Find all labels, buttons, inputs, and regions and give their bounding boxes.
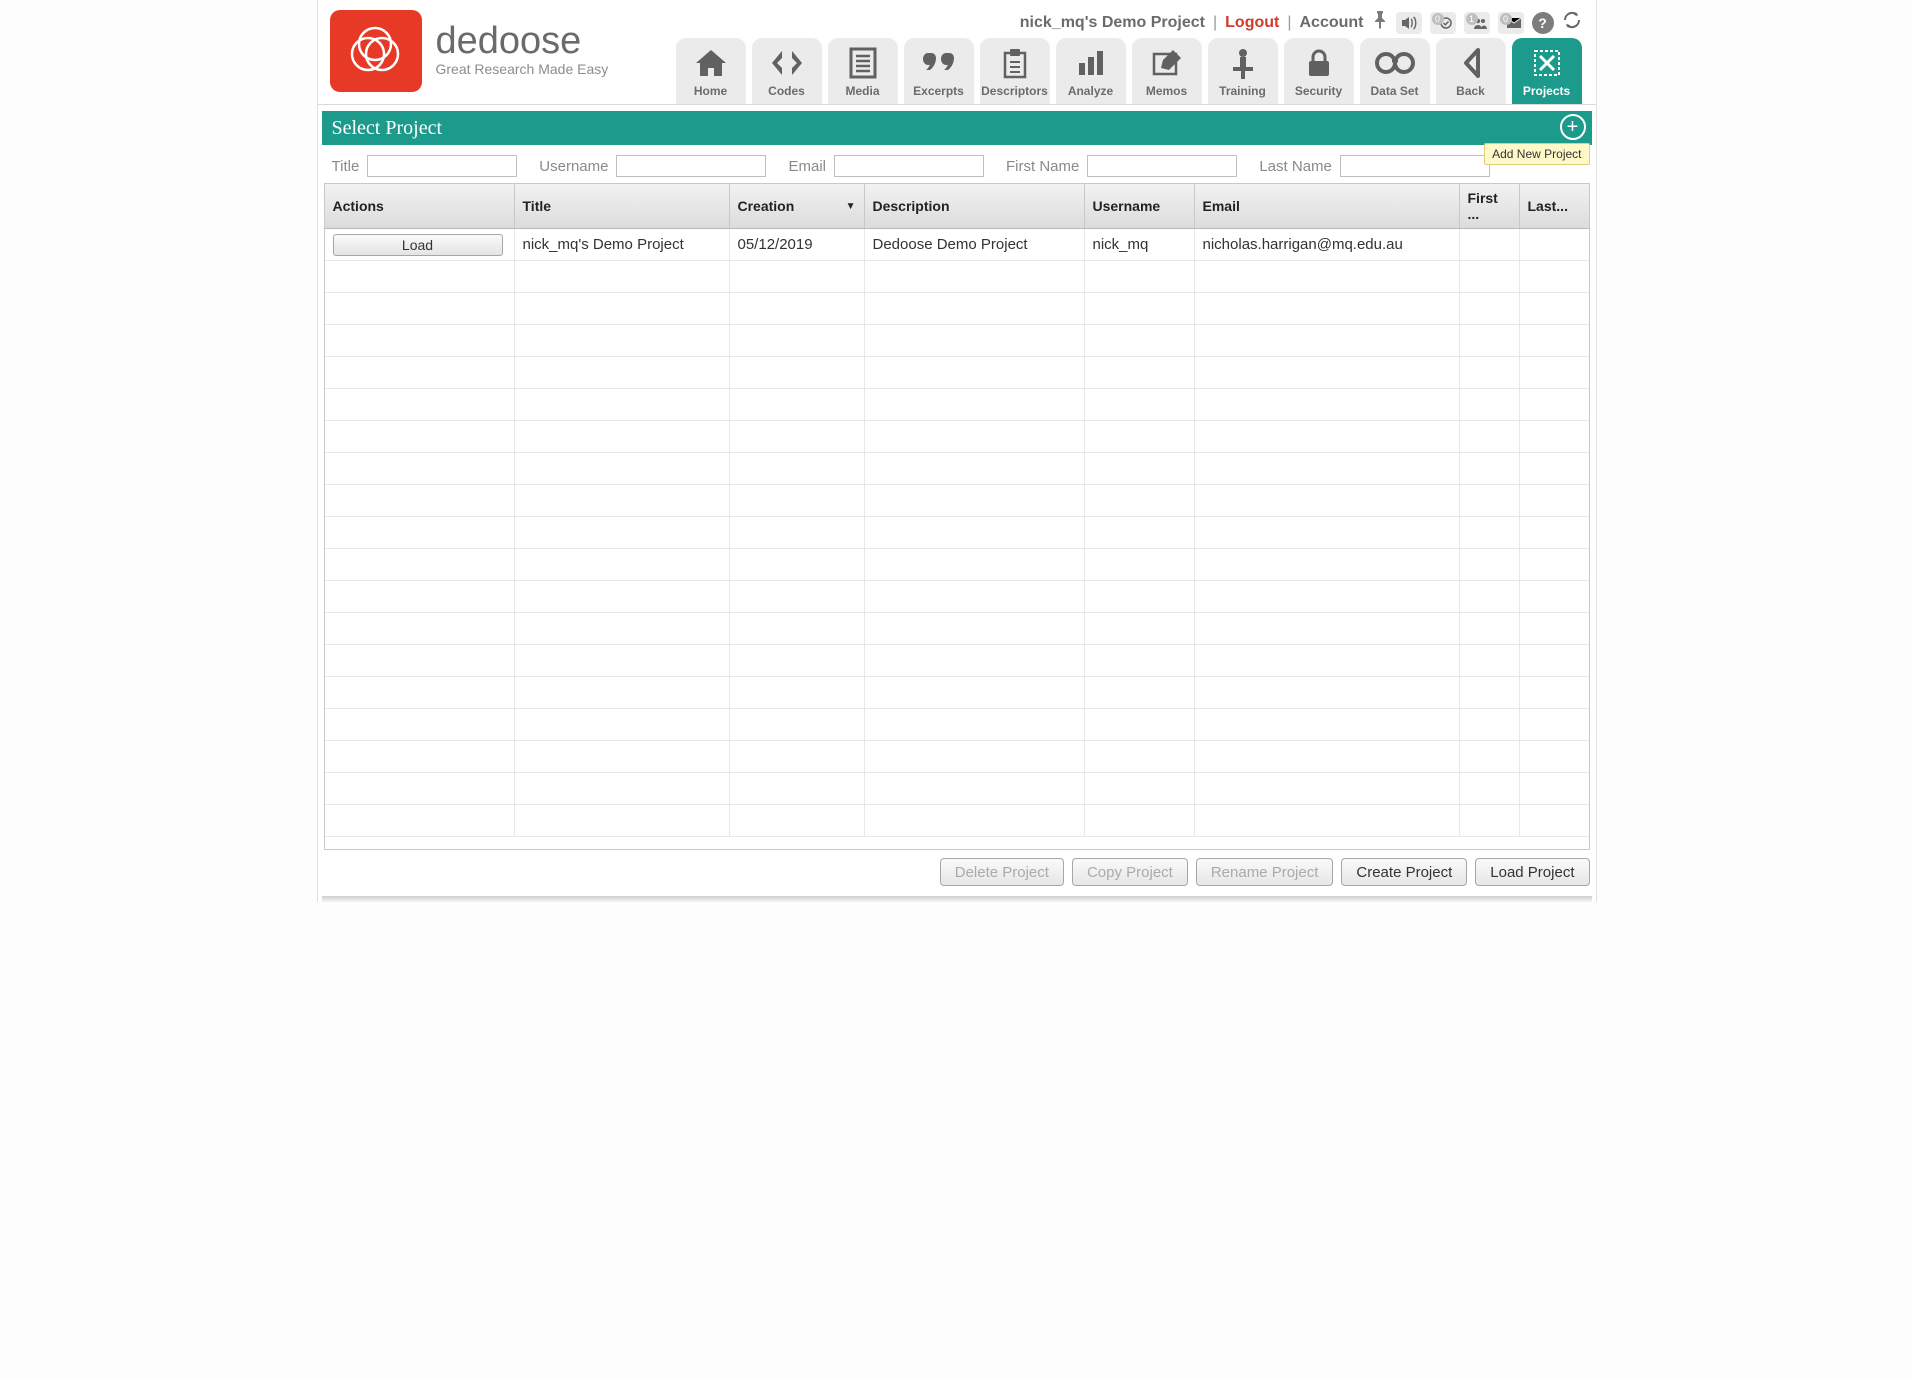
cell-last xyxy=(1520,229,1589,260)
load-project-button[interactable]: Load Project xyxy=(1475,858,1589,886)
tab-projects[interactable]: Projects xyxy=(1512,38,1582,104)
analyze-icon xyxy=(1076,46,1106,80)
table-row-empty xyxy=(325,389,1589,421)
account-link[interactable]: Account xyxy=(1300,14,1364,32)
filter-firstname-input[interactable] xyxy=(1087,155,1237,177)
tasks-icon[interactable]: 0 xyxy=(1430,12,1456,34)
cell-username: nick_mq xyxy=(1085,229,1195,260)
cell-title: nick_mq's Demo Project xyxy=(515,229,730,260)
sort-indicator-icon: ▼ xyxy=(846,201,856,212)
add-project-tooltip: Add New Project xyxy=(1484,143,1589,165)
table-row-empty xyxy=(325,773,1589,805)
tab-media[interactable]: Media xyxy=(828,38,898,104)
pin-icon[interactable] xyxy=(1372,11,1388,34)
brand-logo: dedoose Great Research Made Easy xyxy=(330,10,609,92)
table-row-empty xyxy=(325,325,1589,357)
table-row-empty xyxy=(325,581,1589,613)
table-row-empty xyxy=(325,421,1589,453)
descriptors-icon xyxy=(1001,46,1029,80)
copy-project-button[interactable]: Copy Project xyxy=(1072,858,1188,886)
top-right-bar: nick_mq's Demo Project | Logout | Accoun… xyxy=(1020,10,1582,35)
filter-title-input[interactable] xyxy=(367,155,517,177)
table-row-empty xyxy=(325,261,1589,293)
filter-lastname-label: Last Name xyxy=(1259,158,1332,175)
filter-firstname-label: First Name xyxy=(1006,158,1079,175)
cell-first xyxy=(1460,229,1520,260)
col-last[interactable]: Last... xyxy=(1520,184,1589,228)
tab-security[interactable]: Security xyxy=(1284,38,1354,104)
tab-training[interactable]: Training xyxy=(1208,38,1278,104)
dataset-icon xyxy=(1375,46,1415,80)
tab-back[interactable]: Back xyxy=(1436,38,1506,104)
tab-excerpts[interactable]: Excerpts xyxy=(904,38,974,104)
table-row-empty xyxy=(325,709,1589,741)
tab-codes[interactable]: Codes xyxy=(752,38,822,104)
filter-username-input[interactable] xyxy=(616,155,766,177)
col-title[interactable]: Title xyxy=(515,184,730,228)
filter-lastname-input[interactable] xyxy=(1340,155,1490,177)
row-load-button[interactable]: Load xyxy=(333,234,503,256)
table-row-empty xyxy=(325,453,1589,485)
filter-email-label: Email xyxy=(788,158,826,175)
col-username[interactable]: Username xyxy=(1085,184,1195,228)
cell-email: nicholas.harrigan@mq.edu.au xyxy=(1195,229,1460,260)
col-first[interactable]: First ... xyxy=(1460,184,1520,228)
delete-project-button[interactable]: Delete Project xyxy=(940,858,1064,886)
refresh-icon[interactable] xyxy=(1562,10,1582,35)
table-row-empty xyxy=(325,517,1589,549)
tab-home[interactable]: Home xyxy=(676,38,746,104)
projects-icon xyxy=(1531,46,1563,80)
mail-icon[interactable]: 0 xyxy=(1498,12,1524,34)
filter-title-label: Title xyxy=(332,158,360,175)
table-row-empty xyxy=(325,805,1589,837)
create-project-button[interactable]: Create Project xyxy=(1341,858,1467,886)
rename-project-button[interactable]: Rename Project xyxy=(1196,858,1334,886)
table-row-empty xyxy=(325,357,1589,389)
col-email[interactable]: Email xyxy=(1195,184,1460,228)
logo-icon xyxy=(330,10,422,92)
table-row-empty xyxy=(325,549,1589,581)
col-description[interactable]: Description xyxy=(865,184,1085,228)
media-icon xyxy=(848,46,878,80)
col-creation[interactable]: Creation ▼ xyxy=(730,184,865,228)
back-icon xyxy=(1460,46,1482,80)
panel-title: Select Project xyxy=(332,117,443,140)
table-row-empty xyxy=(325,741,1589,773)
current-project-name: nick_mq's Demo Project xyxy=(1020,14,1205,32)
help-icon[interactable]: ? xyxy=(1532,12,1554,34)
tab-descriptors[interactable]: Descriptors xyxy=(980,38,1050,104)
table-row-empty xyxy=(325,485,1589,517)
table-row-empty xyxy=(325,613,1589,645)
tab-analyze[interactable]: Analyze xyxy=(1056,38,1126,104)
logout-link[interactable]: Logout xyxy=(1225,14,1279,32)
add-project-button[interactable]: + xyxy=(1560,114,1586,140)
cell-creation: 05/12/2019 xyxy=(730,229,865,260)
table-row[interactable]: Load nick_mq's Demo Project05/12/2019Dedo… xyxy=(325,229,1589,261)
security-icon xyxy=(1306,46,1332,80)
codes-icon xyxy=(768,46,806,80)
brand-name: dedoose xyxy=(436,20,609,63)
table-row-empty xyxy=(325,645,1589,677)
sound-icon[interactable] xyxy=(1396,12,1422,34)
col-actions[interactable]: Actions xyxy=(325,184,515,228)
brand-tagline: Great Research Made Easy xyxy=(436,61,609,77)
filter-email-input[interactable] xyxy=(834,155,984,177)
training-icon xyxy=(1229,46,1257,80)
tab-memos[interactable]: Memos xyxy=(1132,38,1202,104)
table-header-row: Actions Title Creation ▼ Description Use… xyxy=(325,184,1589,229)
users-icon[interactable]: 1 xyxy=(1464,12,1490,34)
tab-dataset[interactable]: Data Set xyxy=(1360,38,1430,104)
filter-username-label: Username xyxy=(539,158,608,175)
memos-icon xyxy=(1151,46,1183,80)
table-row-empty xyxy=(325,677,1589,709)
excerpts-icon xyxy=(920,46,958,80)
table-row-empty xyxy=(325,293,1589,325)
home-icon xyxy=(694,46,728,80)
panel-title-bar: Select Project + Add New Project xyxy=(322,111,1592,145)
cell-description: Dedoose Demo Project xyxy=(865,229,1085,260)
